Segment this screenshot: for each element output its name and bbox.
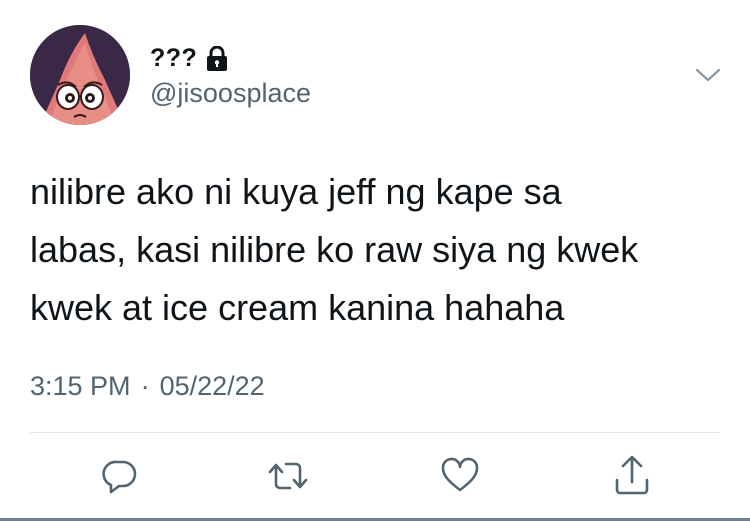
divider	[30, 432, 720, 433]
reply-icon	[102, 460, 137, 494]
tweet-timestamp[interactable]: 3:15 PM · 05/22/22	[30, 371, 265, 402]
avatar-image	[30, 25, 130, 125]
action-bar	[0, 450, 750, 505]
lock-icon	[205, 45, 229, 72]
more-options-button[interactable]	[693, 62, 723, 88]
tweet-time: 3:15 PM	[30, 371, 131, 401]
tweet-card: ??? @jisoosplace nilibre ako ni kuya jef…	[0, 0, 750, 521]
reply-button[interactable]	[97, 454, 141, 498]
avatar[interactable]	[30, 25, 130, 125]
retweet-button[interactable]	[266, 454, 310, 498]
heart-icon	[441, 457, 479, 492]
timestamp-separator: ·	[140, 371, 150, 401]
user-handle[interactable]: @jisoosplace	[150, 78, 311, 109]
like-button[interactable]	[438, 454, 482, 498]
tweet-date: 05/22/22	[159, 371, 265, 401]
display-name[interactable]: ???	[150, 44, 197, 73]
share-icon	[615, 455, 649, 495]
retweet-icon	[268, 462, 308, 490]
chevron-down-icon	[695, 68, 721, 82]
display-name-row: ???	[150, 44, 229, 73]
share-button[interactable]	[610, 452, 654, 496]
tweet-text: nilibre ako ni kuya jeff ng kape sa laba…	[30, 171, 639, 328]
